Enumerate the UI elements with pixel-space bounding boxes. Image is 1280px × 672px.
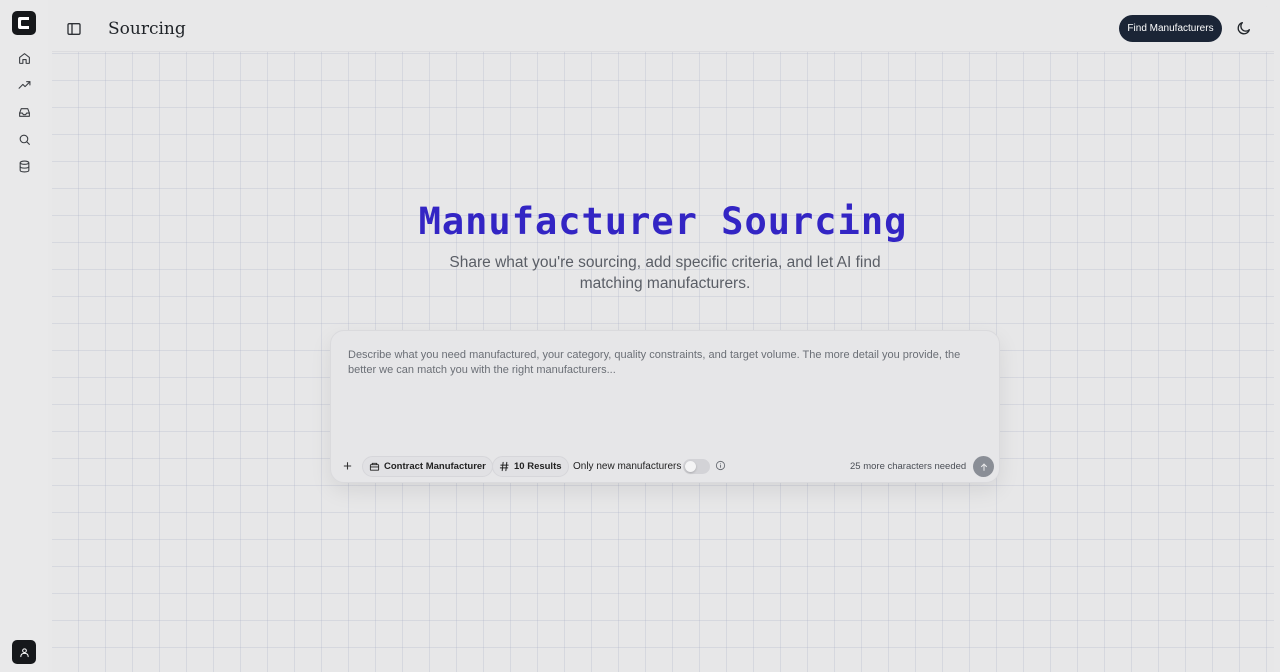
plus-icon: + [343,458,352,475]
hero-subtitle: Share what you're sourcing, add specific… [449,254,881,292]
trending-up-icon [18,80,30,89]
sidebar-toggle-button[interactable] [66,21,82,37]
main-panel: Sourcing Find Manufacturers Manufacturer… [52,6,1274,672]
database-icon [19,160,29,172]
search-icon [19,134,30,145]
results-count-chip[interactable]: 10 Results [492,456,569,477]
logo-icon [18,17,29,29]
theme-toggle-button[interactable] [1236,20,1252,36]
hero-title: Manufacturer Sourcing [418,200,908,243]
arrow-up-icon [980,463,987,471]
results-count-label: 10 Results [514,461,562,472]
app-rail [0,0,48,672]
manufacturer-type-label: Contract Manufacturer [384,461,486,472]
user-avatar-button[interactable] [12,640,36,664]
sourcing-composer: + Contract Manufacturer 10 Results Only … [330,330,1000,483]
find-manufacturers-button[interactable]: Find Manufacturers [1119,15,1222,42]
toggle-knob [685,461,696,472]
rail-item-database[interactable] [15,157,33,175]
add-attachment-button[interactable]: + [337,456,358,477]
submit-button[interactable] [973,456,994,477]
home-icon [18,52,30,64]
factory-icon [369,462,380,471]
user-icon [19,647,29,657]
hash-icon [499,461,509,472]
sidebar-panel-icon [67,23,81,35]
rail-item-inbox[interactable] [15,103,33,121]
page-title: Sourcing [108,19,186,39]
only-new-toggle[interactable] [683,459,710,474]
info-icon[interactable] [715,460,726,471]
only-new-label: Only new manufacturers [573,461,682,472]
sourcing-description-input[interactable] [348,348,978,443]
rail-item-search[interactable] [15,130,33,148]
inbox-icon [18,107,30,117]
rail-item-trends[interactable] [15,76,33,94]
characters-needed-text: 25 more characters needed [850,461,967,472]
top-bar: Sourcing Find Manufacturers [52,6,1274,52]
rail-item-home[interactable] [15,49,33,67]
app-logo[interactable] [12,11,36,35]
composer-toolbar: + Contract Manufacturer 10 Results Only … [337,456,995,477]
moon-icon [1237,22,1250,35]
manufacturer-type-chip[interactable]: Contract Manufacturer [362,456,493,477]
